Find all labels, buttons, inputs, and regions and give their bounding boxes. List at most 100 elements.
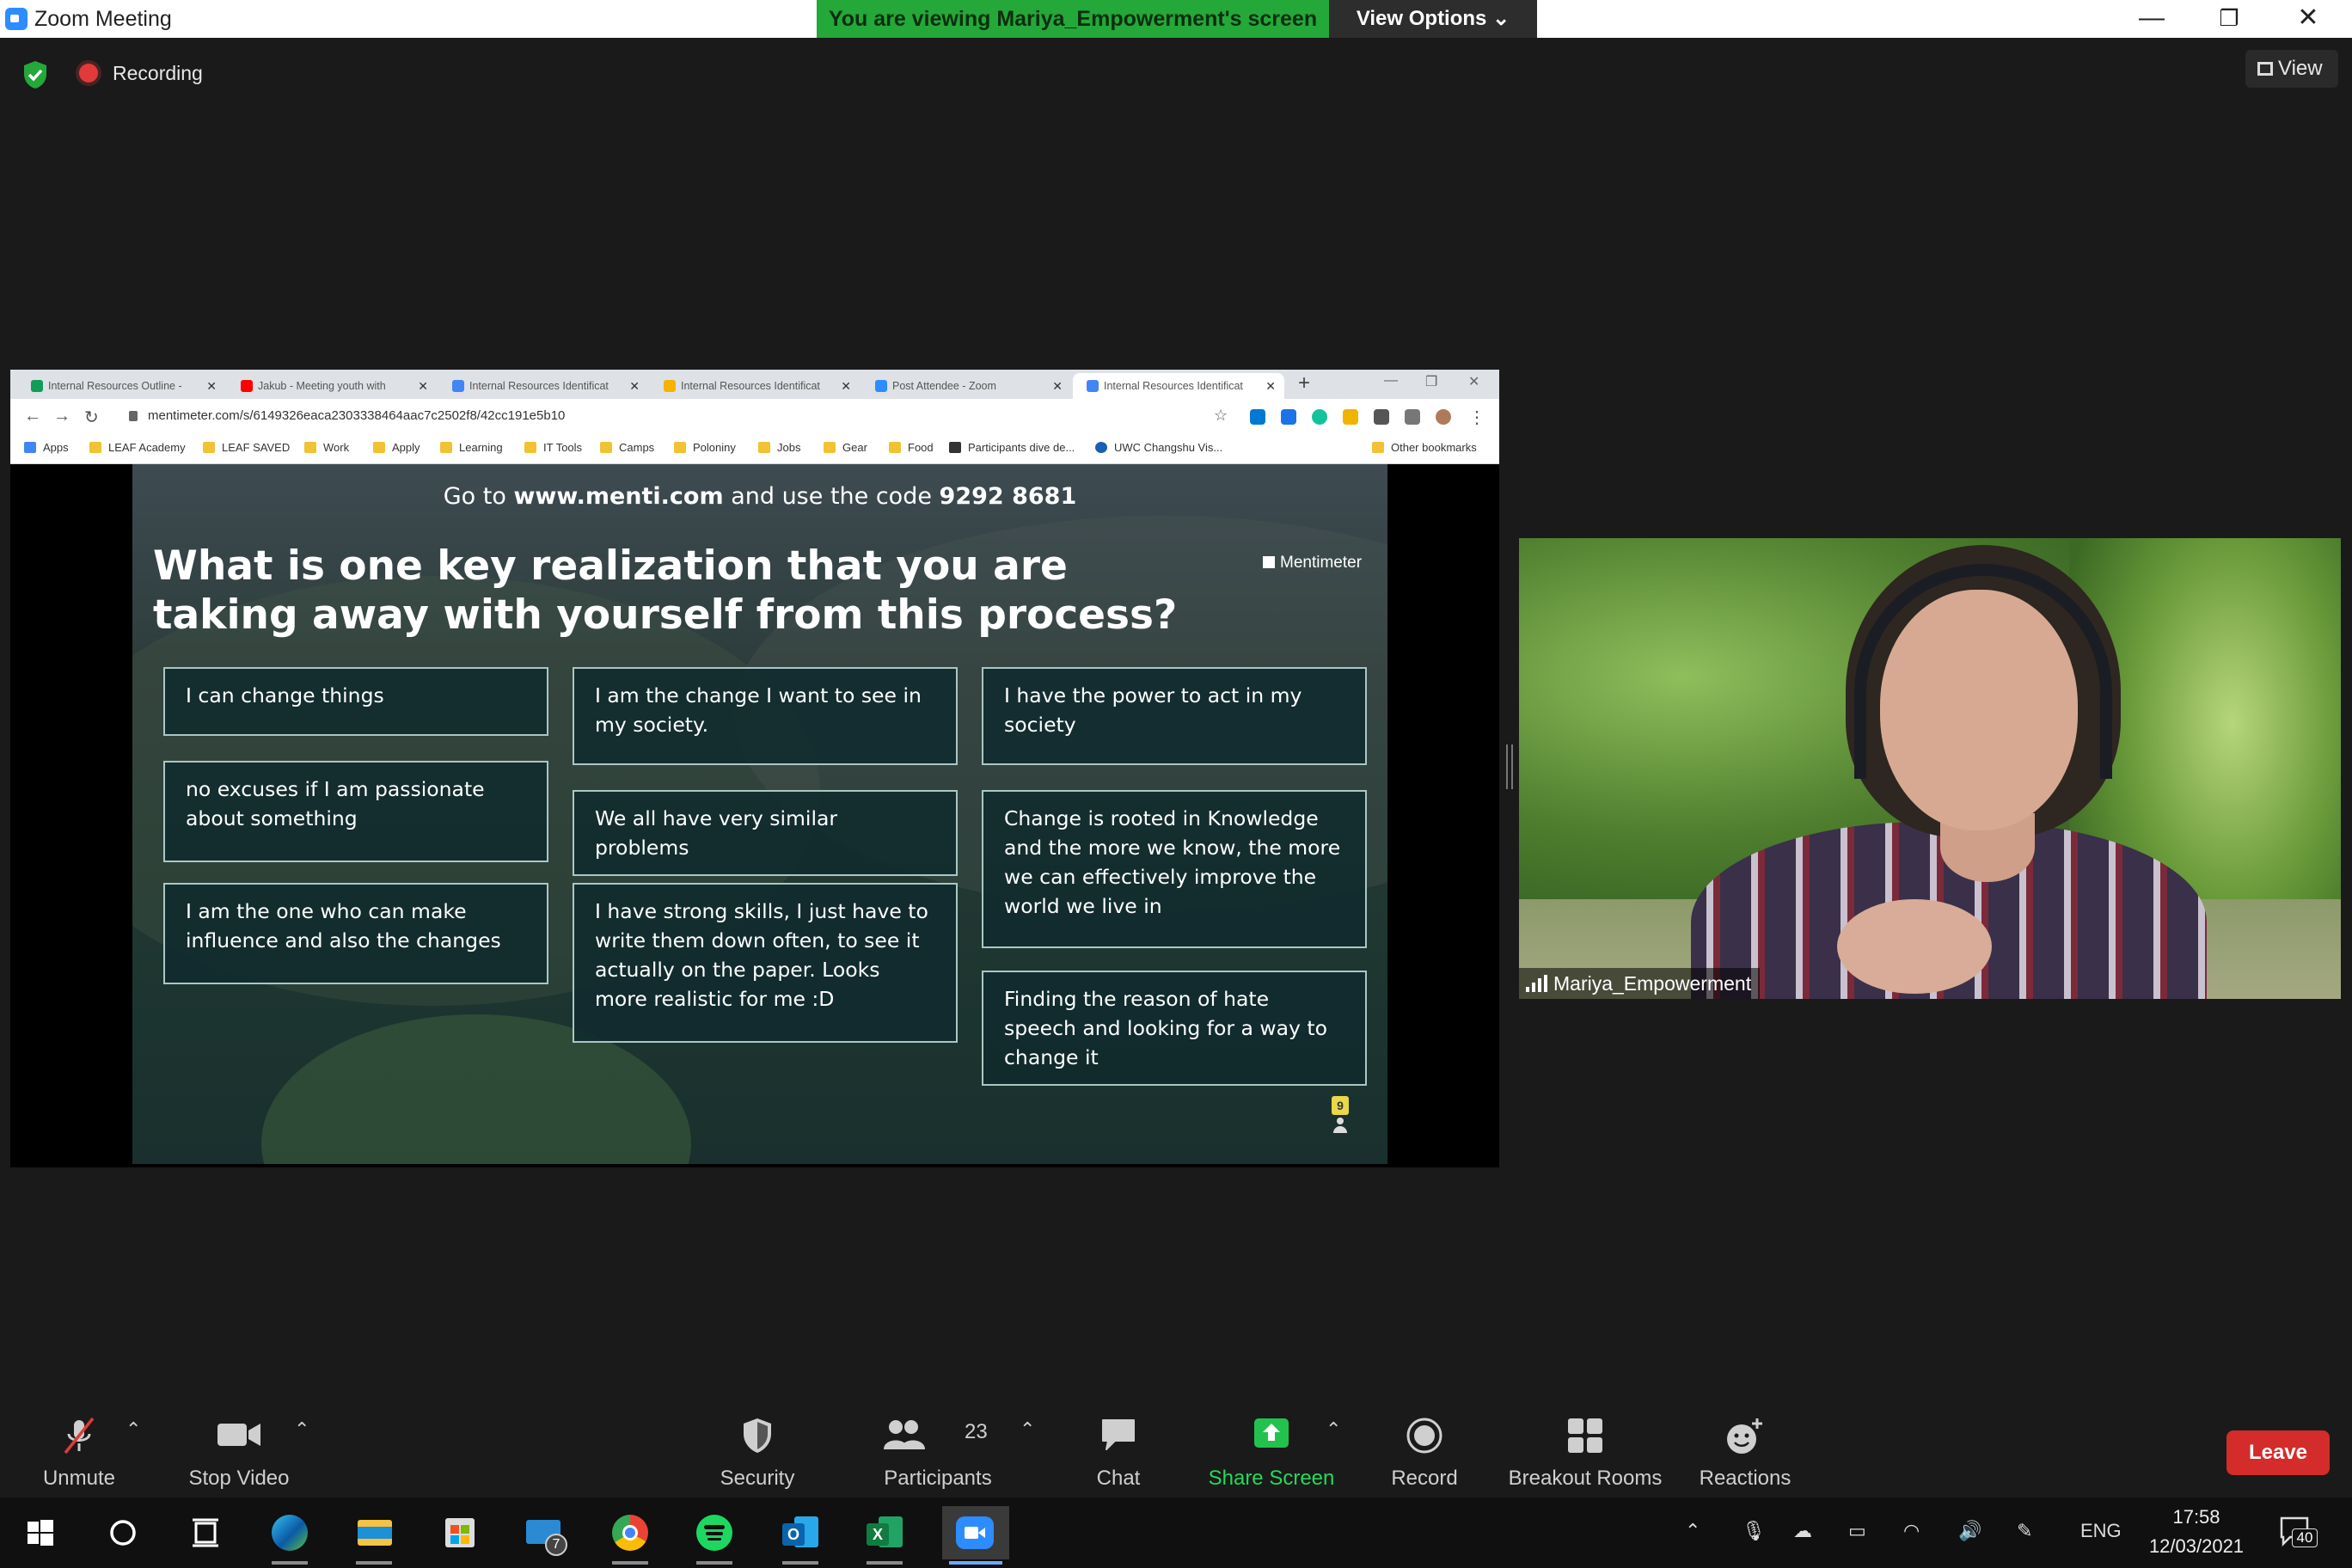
- file-explorer-icon[interactable]: [347, 1506, 401, 1565]
- extension-icon[interactable]: [1343, 409, 1358, 425]
- sheets-icon: [31, 380, 43, 392]
- share-screen-button[interactable]: Share Screen: [1200, 1401, 1343, 1498]
- close-tab-icon[interactable]: ✕: [418, 373, 428, 399]
- participants-icon: [884, 1420, 926, 1449]
- forward-icon[interactable]: →: [53, 407, 70, 426]
- extension-icon[interactable]: [1281, 409, 1296, 425]
- response-card: I have the power to act in my society: [982, 667, 1367, 765]
- excel-icon[interactable]: X: [858, 1506, 911, 1565]
- search-circle-icon[interactable]: [96, 1506, 150, 1559]
- other-bookmarks[interactable]: Other bookmarks: [1372, 441, 1477, 454]
- action-center-button[interactable]: 40: [2278, 1515, 2318, 1549]
- security-shield-icon[interactable]: [22, 60, 48, 89]
- grammarly-icon[interactable]: [1312, 409, 1327, 425]
- bookmark-item[interactable]: Gear: [824, 441, 867, 454]
- mentimeter-icon: [1087, 380, 1099, 392]
- bookmark-item[interactable]: Participants dive de...: [949, 441, 1075, 454]
- cast-icon[interactable]: [1405, 409, 1420, 425]
- input-language[interactable]: ENG: [2080, 1520, 2122, 1542]
- security-button[interactable]: Security: [705, 1401, 810, 1498]
- browser-tab[interactable]: Post Attendee - Zoom ✕: [861, 373, 1071, 399]
- wifi-icon[interactable]: ◠: [1903, 1520, 1920, 1542]
- mentimeter-slide: Go to www.menti.com and use the code 929…: [132, 464, 1387, 1164]
- browser-tab[interactable]: Internal Resources Outline - ✕: [17, 373, 225, 399]
- browser-tab[interactable]: Jakub - Meeting youth with ✕: [227, 373, 437, 399]
- browser-restore-icon[interactable]: ❐: [1425, 373, 1437, 390]
- stop-video-button[interactable]: Stop Video: [168, 1401, 309, 1498]
- smiley-add-icon: [1727, 1418, 1762, 1454]
- share-options-caret-icon[interactable]: ⌃: [1326, 1418, 1341, 1441]
- browser-tab[interactable]: Internal Resources Identificat ✕: [438, 373, 648, 399]
- bookmark-star-icon[interactable]: ☆: [1214, 407, 1228, 425]
- browser-close-icon[interactable]: ✕: [1468, 373, 1479, 390]
- participants-button[interactable]: 23 Participants: [868, 1401, 1008, 1498]
- chrome-icon[interactable]: [603, 1506, 657, 1565]
- bookmark-item[interactable]: Learning: [440, 441, 503, 454]
- minimize-button[interactable]: —: [2113, 0, 2190, 38]
- bookmark-item[interactable]: Poloniny: [674, 441, 736, 454]
- extensions-puzzle-icon[interactable]: [1374, 409, 1389, 425]
- browser-menu-icon[interactable]: ⋮: [1468, 407, 1485, 428]
- record-button[interactable]: Record: [1374, 1401, 1475, 1498]
- clock-date[interactable]: 12/03/2021: [2142, 1535, 2251, 1558]
- view-options-button[interactable]: View Options ⌄: [1329, 0, 1537, 38]
- chat-button[interactable]: Chat: [1066, 1401, 1171, 1498]
- bookmark-item[interactable]: Jobs: [758, 441, 800, 454]
- view-layout-button[interactable]: View: [2245, 50, 2338, 88]
- microsoft-store-icon[interactable]: [433, 1506, 487, 1559]
- url-field[interactable]: mentimeter.com/s/6149326eaca2303338464aa…: [148, 408, 565, 423]
- close-tab-icon[interactable]: ✕: [1265, 373, 1276, 399]
- close-tab-icon[interactable]: ✕: [206, 373, 217, 399]
- response-card: We all have very similar problems: [573, 790, 958, 876]
- leave-meeting-button[interactable]: Leave: [2226, 1430, 2330, 1475]
- viewing-screen-banner: You are viewing Mariya_Empowerment's scr…: [817, 0, 1329, 38]
- microphone-tray-icon[interactable]: 🎙: [1742, 1520, 1766, 1542]
- bookmark-item[interactable]: Food: [889, 441, 934, 454]
- bookmark-item[interactable]: Apply: [373, 441, 420, 454]
- reload-icon[interactable]: ↻: [84, 407, 99, 428]
- browser-minimize-icon[interactable]: —: [1384, 373, 1398, 389]
- spotify-icon[interactable]: [688, 1506, 741, 1565]
- back-icon[interactable]: ←: [24, 407, 41, 426]
- volume-icon[interactable]: 🔊: [1958, 1520, 1981, 1542]
- bookmark-item[interactable]: IT Tools: [524, 441, 582, 454]
- battery-icon[interactable]: ▭: [1848, 1520, 1866, 1542]
- bookmark-item[interactable]: UWC Changshu Vis...: [1095, 441, 1222, 454]
- cloud-sync-icon[interactable]: ☁: [1793, 1520, 1812, 1542]
- edge-browser-icon[interactable]: [263, 1506, 316, 1565]
- close-button[interactable]: ✕: [2269, 0, 2347, 38]
- meeting-toolbar: Unmute ⌃ Stop Video ⌃ Security 23 Partic…: [0, 1401, 2352, 1498]
- zoom-taskbar-icon[interactable]: [942, 1506, 1009, 1565]
- audio-options-caret-icon[interactable]: ⌃: [126, 1418, 141, 1441]
- participants-options-caret-icon[interactable]: ⌃: [1020, 1418, 1035, 1441]
- browser-tab-active[interactable]: Internal Resources Identificat ✕: [1073, 373, 1284, 399]
- response-card: I am the one who can make influence and …: [163, 883, 548, 984]
- participant-video[interactable]: [1519, 538, 2341, 999]
- outlook-icon[interactable]: O: [774, 1506, 827, 1565]
- panel-resize-handle[interactable]: [1506, 744, 1513, 789]
- close-tab-icon[interactable]: ✕: [841, 373, 851, 399]
- extension-icon[interactable]: [1250, 409, 1265, 425]
- windows-start-icon[interactable]: [14, 1506, 67, 1559]
- bookmark-item[interactable]: LEAF Academy: [89, 441, 186, 454]
- profile-avatar[interactable]: [1436, 409, 1451, 425]
- mail-icon[interactable]: 7: [518, 1506, 571, 1559]
- close-tab-icon[interactable]: ✕: [1052, 373, 1063, 399]
- video-options-caret-icon[interactable]: ⌃: [294, 1418, 309, 1441]
- clock-time[interactable]: 17:58: [2149, 1506, 2244, 1528]
- unmute-button[interactable]: Unmute: [10, 1401, 148, 1498]
- close-tab-icon[interactable]: ✕: [629, 373, 640, 399]
- bookmark-apps[interactable]: Apps: [24, 441, 69, 454]
- browser-tab[interactable]: Internal Resources Identificat ✕: [650, 373, 860, 399]
- pen-workspace-icon[interactable]: ✎: [2017, 1520, 2032, 1542]
- bookmark-item[interactable]: LEAF SAVED: [203, 441, 290, 454]
- folder-icon: [89, 442, 101, 453]
- restore-button[interactable]: ❐: [2190, 0, 2268, 38]
- bookmark-item[interactable]: Camps: [600, 441, 654, 454]
- show-hidden-icons-chevron-icon[interactable]: ⌃: [1685, 1520, 1700, 1542]
- new-tab-button[interactable]: +: [1298, 371, 1310, 395]
- bookmark-item[interactable]: Work: [304, 441, 349, 454]
- breakout-rooms-button[interactable]: Breakout Rooms: [1503, 1401, 1668, 1498]
- reactions-button[interactable]: Reactions: [1690, 1401, 1800, 1498]
- task-view-icon[interactable]: [179, 1506, 232, 1559]
